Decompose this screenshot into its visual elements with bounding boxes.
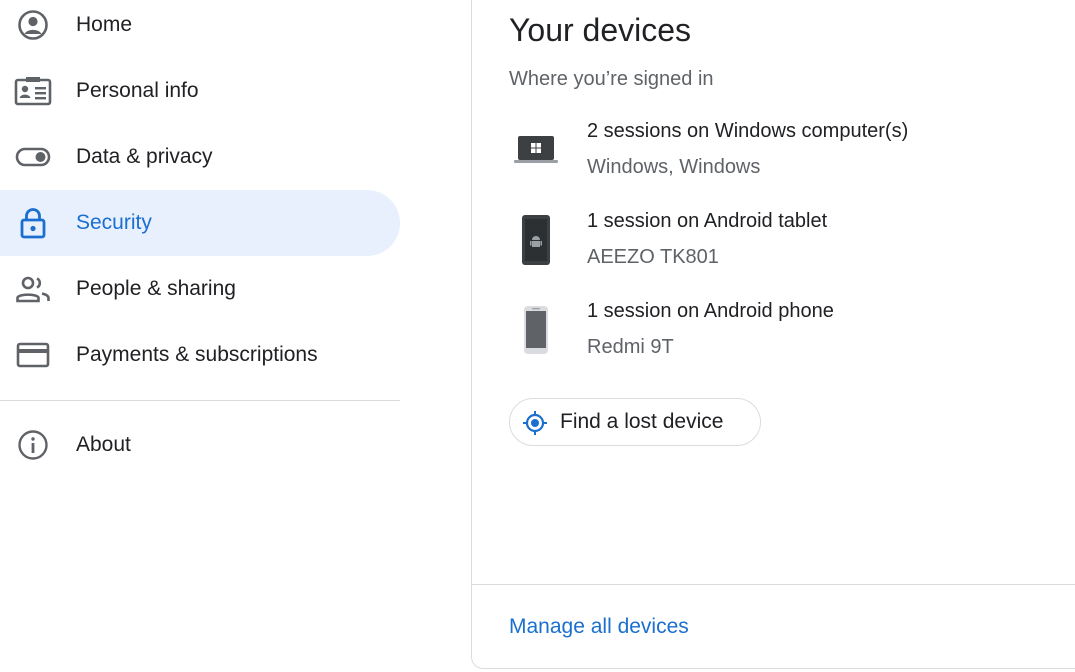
lock-icon [14, 204, 52, 242]
find-lost-device-button[interactable]: Find a lost device [509, 398, 761, 446]
find-lost-device-label: Find a lost device [560, 410, 724, 433]
manage-all-devices-link[interactable]: Manage all devices [509, 615, 689, 639]
sidebar-nav: Home Personal info Data & privacy Securi… [0, 0, 400, 672]
device-row-windows[interactable]: 2 sessions on Windows computer(s) Window… [509, 120, 1069, 190]
sidebar-item-label: People & sharing [76, 277, 236, 300]
sidebar-item-label: Personal info [76, 79, 199, 102]
people-icon [14, 270, 52, 308]
toggle-icon [14, 138, 52, 176]
sidebar-item-label: Security [76, 211, 152, 234]
sidebar-item-home[interactable]: Home [0, 0, 400, 58]
device-detail: AEEZO TK801 [587, 246, 719, 268]
device-row-android-tablet[interactable]: 1 session on Android tablet AEEZO TK801 [509, 210, 1069, 280]
id-card-icon [14, 72, 52, 110]
sidebar-item-security[interactable]: Security [0, 190, 400, 256]
device-title: 1 session on Android tablet [587, 210, 828, 232]
android-tablet-icon [509, 210, 563, 270]
sidebar-item-label: Data & privacy [76, 145, 213, 168]
sidebar-item-label: Home [76, 13, 133, 36]
sidebar-item-personal-info[interactable]: Personal info [0, 58, 400, 124]
sidebar-item-data-privacy[interactable]: Data & privacy [0, 124, 400, 190]
location-target-icon [522, 410, 548, 436]
account-circle-icon [14, 6, 52, 44]
credit-card-icon [14, 336, 52, 374]
card-divider [472, 584, 1075, 585]
info-icon [14, 426, 52, 464]
sidebar-item-label: About [76, 433, 131, 456]
sidebar-item-payments[interactable]: Payments & subscriptions [0, 322, 400, 388]
android-phone-icon [509, 300, 563, 360]
device-row-android-phone[interactable]: 1 session on Android phone Redmi 9T [509, 300, 1069, 370]
sidebar-divider [0, 400, 400, 401]
card-subtitle: Where you’re signed in [509, 68, 714, 90]
device-title: 1 session on Android phone [587, 300, 834, 322]
sidebar-item-about[interactable]: About [0, 412, 400, 478]
device-detail: Windows, Windows [587, 156, 761, 178]
sidebar-item-people-sharing[interactable]: People & sharing [0, 256, 400, 322]
page-title: Your devices [509, 12, 692, 48]
device-title: 2 sessions on Windows computer(s) [587, 120, 909, 142]
windows-laptop-icon [509, 120, 563, 180]
device-detail: Redmi 9T [587, 336, 674, 358]
sidebar-item-label: Payments & subscriptions [76, 343, 318, 366]
